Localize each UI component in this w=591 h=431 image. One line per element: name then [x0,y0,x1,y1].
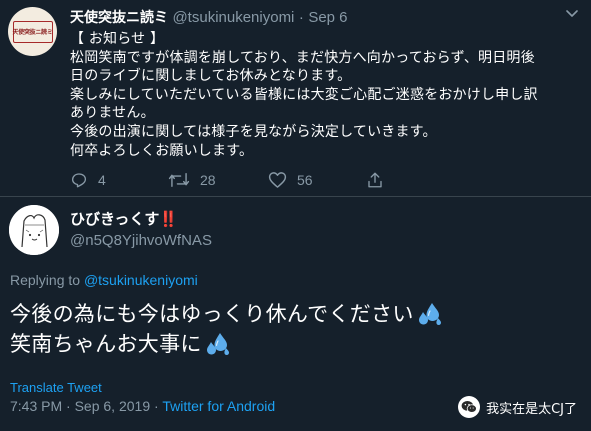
avatar[interactable] [9,205,59,255]
reply-button[interactable]: 4 [70,170,106,190]
separator-dot: · [298,9,304,26]
reply-icon [71,173,87,188]
separator-dot: · [154,398,159,414]
watermark: 我实在是太CJ了 [458,396,577,418]
tweet-thread: 天使突抜ニ読ミ 天使突抜ニ読ミ @tsukinukeniyomi · Sep 6… [0,0,591,431]
like-button[interactable]: 56 [268,170,313,190]
source-client-link[interactable]: Twitter for Android [162,398,275,414]
retweet-button[interactable]: 28 [168,170,216,190]
retweet-icon [168,173,190,187]
watermark-text: 我实在是太CJ了 [486,401,577,417]
double-exclamation-emoji: ‼️ [159,210,179,228]
reply-text: 今後の為にも今はゆっくり休んでください 笑南ちゃんお大事に [10,299,442,359]
heart-icon [268,172,287,188]
tweet-time[interactable]: 7:43 PM [10,398,62,414]
mention-link[interactable]: @tsukinukeniyomi [84,272,198,288]
tweet-line: ありません。 [70,105,155,122]
share-button[interactable] [366,170,394,190]
avatar-doodle-image [9,205,59,255]
tweet-line: 楽しみにしていただいている皆様には大変ご心配ご迷惑をおかけし申し訳 [70,86,538,103]
tweet-line: 何卒よろしくお願いします。 [70,142,254,159]
reply-line-text: 笑南ちゃんお大事に [10,332,202,356]
display-name[interactable]: 天使突抜ニ読ミ [70,10,168,26]
tweet-line: 日のライブに関しましてお休みとなります。 [70,68,352,85]
tweet-header: 天使突抜ニ読ミ @tsukinukeniyomi · Sep 6 [70,7,348,27]
like-count: 56 [297,172,313,188]
original-tweet[interactable]: 天使突抜ニ読ミ 天使突抜ニ読ミ @tsukinukeniyomi · Sep 6… [0,0,591,196]
avatar[interactable]: 天使突抜ニ読ミ [8,7,57,56]
sweat-droplets-emoji [418,303,441,325]
tweet-line: 松岡笑南ですが体調を崩しており、まだ快方へ向かっておらず、明日明後 [70,49,535,66]
tweet-date[interactable]: Sep 6 [308,9,347,26]
retweet-count: 28 [200,172,216,188]
replying-to: Replying to @tsukinukeniyomi [10,272,198,288]
sweat-droplets-emoji [206,333,229,355]
tweet-metadata: 7:43 PM · Sep 6, 2019 · Twitter for Andr… [10,398,275,414]
wechat-icon [458,396,481,418]
user-handle[interactable]: @n5Q8YjihvoWfNAS [70,232,212,249]
avatar-logo-text: 天使突抜ニ読ミ [12,20,53,43]
reply-line-text: 今後の為にも今はゆっくり休んでください [10,302,414,326]
tweet-full-date[interactable]: Sep 6, 2019 [75,398,151,414]
replying-prefix: Replying to [10,272,81,288]
divider [0,196,591,197]
tweet-text: 【 お知らせ 】 松岡笑南ですが体調を崩しており、まだ快方へ向かっておらず、明日… [70,30,580,160]
reply-count: 4 [98,172,106,188]
reply-line: 笑南ちゃんお大事に [10,329,442,359]
separator-dot: · [66,398,71,414]
chevron-down-icon[interactable] [565,7,579,21]
tweet-actions: 4 28 56 [70,170,400,190]
share-icon [368,172,382,188]
display-name-text: ひびきっくす [70,210,160,228]
tweet-line: 今後の出演に関しては様子を見ながら決定していきます。 [70,123,437,140]
display-name[interactable]: ひびきっくす‼️ [70,208,178,229]
user-handle[interactable]: @tsukinukeniyomi [172,9,294,26]
tweet-line: 【 お知らせ 】 [70,31,165,47]
reply-line: 今後の為にも今はゆっくり休んでください [10,299,442,329]
translate-tweet-link[interactable]: Translate Tweet [10,380,102,395]
